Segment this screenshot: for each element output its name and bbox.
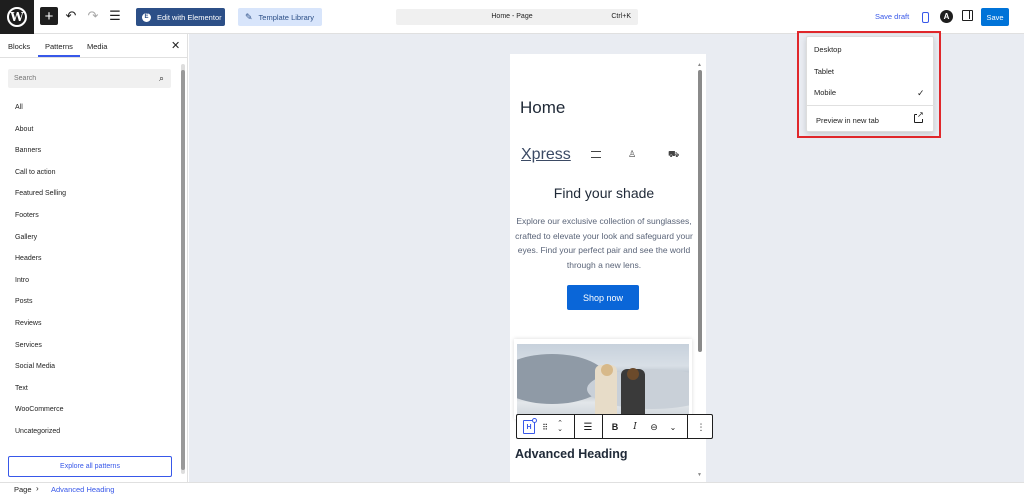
category-item[interactable]: Featured Selling bbox=[15, 190, 66, 197]
category-item[interactable]: Headers bbox=[15, 255, 41, 262]
list-view-icon: ☰ bbox=[109, 8, 121, 23]
bold-icon[interactable]: B bbox=[609, 420, 621, 434]
edit-with-elementor-button[interactable]: E Edit with Elementor bbox=[136, 8, 225, 26]
category-item[interactable]: Reviews bbox=[15, 320, 41, 327]
tab-patterns[interactable]: Patterns bbox=[45, 42, 73, 51]
astra-settings-button[interactable]: A bbox=[940, 10, 953, 23]
align-icon[interactable]: ☰ bbox=[582, 420, 594, 434]
search-icon[interactable]: ⌕ bbox=[159, 73, 164, 84]
annotation-highlight-box bbox=[797, 31, 941, 138]
template-library-icon: ✎ bbox=[245, 11, 253, 22]
block-inserter-button[interactable]: + bbox=[40, 7, 58, 25]
toolbar-divider bbox=[574, 415, 575, 438]
breadcrumb-page[interactable]: Page bbox=[14, 485, 32, 494]
breadcrumb-current[interactable]: Advanced Heading bbox=[51, 485, 114, 494]
category-item[interactable]: Call to action bbox=[15, 169, 55, 176]
hamburger-menu-icon[interactable] bbox=[591, 151, 601, 158]
active-tab-indicator bbox=[38, 55, 80, 57]
toolbar-divider bbox=[602, 415, 603, 438]
tab-media[interactable]: Media bbox=[87, 42, 107, 51]
redo-button[interactable]: ↷ bbox=[85, 8, 101, 24]
italic-icon[interactable]: I bbox=[629, 420, 641, 434]
category-item[interactable]: Intro bbox=[15, 277, 29, 284]
move-up-down-icon[interactable]: ⌃ ⌄ bbox=[555, 420, 565, 434]
cart-icon[interactable]: ⛟ bbox=[668, 149, 679, 161]
scroll-down-icon[interactable]: ▼ bbox=[697, 472, 702, 478]
device-preview-button[interactable] bbox=[919, 9, 931, 25]
wordpress-logo-button[interactable]: W bbox=[0, 0, 34, 34]
wordpress-icon: W bbox=[7, 7, 27, 27]
category-item[interactable]: Text bbox=[15, 385, 28, 392]
page-title[interactable]: Home bbox=[520, 98, 565, 118]
category-item[interactable]: Uncategorized bbox=[15, 428, 60, 435]
close-icon[interactable]: ✕ bbox=[171, 39, 180, 52]
mobile-device-icon bbox=[921, 11, 929, 23]
elementor-icon: E bbox=[142, 12, 151, 22]
toolbar-divider bbox=[687, 415, 688, 438]
search-input[interactable] bbox=[14, 72, 154, 85]
inserter-tabs: Blocks Patterns Media ✕ bbox=[0, 34, 188, 58]
image-card[interactable] bbox=[514, 339, 692, 419]
category-item[interactable]: Social Media bbox=[15, 363, 55, 370]
keyboard-shortcut: Ctrl+K bbox=[611, 13, 631, 20]
block-breadcrumb: Page › Advanced Heading bbox=[0, 482, 1024, 496]
plus-icon: + bbox=[44, 7, 54, 25]
undo-icon: ↶ bbox=[65, 8, 77, 23]
edit-with-elementor-label: Edit with Elementor bbox=[157, 12, 222, 22]
save-button[interactable]: Save bbox=[981, 8, 1009, 26]
scrollbar-thumb[interactable] bbox=[697, 70, 702, 352]
chevron-down-icon[interactable]: ⌄ bbox=[667, 420, 679, 434]
hero-heading[interactable]: Find your shade bbox=[510, 185, 698, 201]
save-draft-button[interactable]: Save draft bbox=[875, 12, 909, 21]
document-overview-button[interactable]: ☰ bbox=[107, 8, 123, 24]
shop-now-button[interactable]: Shop now bbox=[567, 285, 639, 310]
panel-scrollbar[interactable] bbox=[181, 64, 185, 474]
hero-photo bbox=[517, 344, 689, 417]
block-indicator-icon bbox=[532, 418, 537, 423]
category-item[interactable]: Gallery bbox=[15, 234, 37, 241]
more-options-icon[interactable]: ⋮ bbox=[695, 420, 707, 434]
category-item[interactable]: Services bbox=[15, 342, 42, 349]
redo-icon: ↷ bbox=[87, 8, 99, 23]
template-library-button[interactable]: ✎ Template Library bbox=[238, 8, 322, 26]
astra-icon: A bbox=[943, 12, 950, 21]
hero-paragraph[interactable]: Explore our exclusive collection of sung… bbox=[515, 214, 693, 272]
pattern-search: ⌕ bbox=[8, 69, 171, 88]
chevron-right-icon: › bbox=[36, 484, 39, 493]
category-item[interactable]: About bbox=[15, 126, 33, 133]
explore-all-patterns-button[interactable]: Explore all patterns bbox=[8, 456, 172, 477]
advanced-heading-block[interactable]: Advanced Heading bbox=[515, 447, 628, 461]
link-icon[interactable]: ⊖ bbox=[647, 420, 661, 434]
block-toolbar: H ⠿ ⌃ ⌄ ☰ B I ⊖ ⌄ ⋮ bbox=[516, 414, 713, 439]
drag-handle-icon[interactable]: ⠿ bbox=[541, 420, 549, 434]
inserter-panel: Blocks Patterns Media ✕ ⌕ All About Bann… bbox=[0, 34, 188, 482]
undo-button[interactable]: ↶ bbox=[63, 8, 79, 24]
site-logo-text[interactable]: Xpress bbox=[521, 146, 571, 164]
category-item[interactable]: Footers bbox=[15, 212, 39, 219]
scrollbar-thumb[interactable] bbox=[181, 70, 185, 470]
settings-sidebar-toggle[interactable] bbox=[962, 10, 973, 21]
user-account-icon[interactable]: ♙ bbox=[628, 149, 636, 160]
editor-toolbar: W + ↶ ↷ ☰ E Edit with Elementor ✎ Templa… bbox=[0, 0, 1024, 34]
scroll-up-icon[interactable]: ▲ bbox=[697, 62, 702, 68]
tab-blocks[interactable]: Blocks bbox=[8, 42, 30, 51]
category-item[interactable]: All bbox=[15, 104, 23, 111]
template-library-label: Template Library bbox=[258, 12, 314, 22]
category-item[interactable]: Posts bbox=[15, 298, 33, 305]
document-title: Home - Page bbox=[491, 13, 533, 20]
command-palette-bar[interactable]: Home - Page Ctrl+K bbox=[396, 9, 638, 25]
category-item[interactable]: WooCommerce bbox=[15, 406, 64, 413]
category-item[interactable]: Banners bbox=[15, 147, 41, 154]
